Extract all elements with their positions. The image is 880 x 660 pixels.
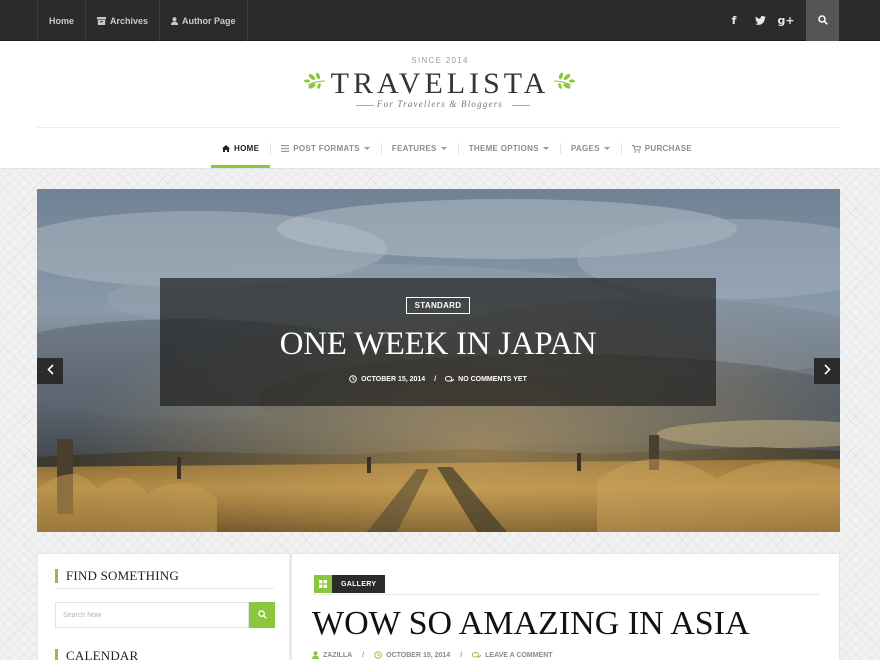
user-icon: [312, 651, 319, 659]
slide-meta: OCTOBER 15, 2014 / NO COMMENTS YET: [160, 375, 716, 383]
search-icon: [257, 606, 267, 624]
nav-pages-label: PAGES: [570, 144, 600, 153]
comments-icon: [472, 651, 482, 659]
nav-features[interactable]: FEATURES: [380, 129, 458, 168]
post-format-badge[interactable]: STANDARD: [406, 297, 470, 314]
social-links: f g+: [728, 0, 795, 41]
leaf-right-icon: [553, 71, 575, 96]
meta-separator: /: [434, 375, 437, 383]
slide-title[interactable]: ONE WEEK IN JAPAN: [160, 326, 716, 363]
post-category-badge[interactable]: GALLERY: [332, 575, 386, 593]
meta-separator: /: [460, 651, 463, 659]
top-nav-archives-label: Archives: [110, 15, 149, 26]
post-meta: ZAZILLA / OCTOBER 15, 2014 / LEAVE A COM…: [312, 651, 553, 659]
header-divider: [37, 127, 840, 128]
top-nav-author-label: Author Page: [182, 15, 236, 26]
slide-comments[interactable]: NO COMMENTS YET: [458, 376, 527, 383]
post-card: GALLERY WOW SO AMAZING IN ASIA ZAZILLA /…: [291, 553, 840, 660]
find-something-title: FIND SOMETHING: [55, 569, 179, 583]
chevron-right-icon: [823, 362, 831, 380]
google-plus-icon[interactable]: g+: [777, 0, 794, 41]
sidebar-search-input[interactable]: [55, 602, 249, 628]
top-nav-archives[interactable]: Archives: [86, 0, 161, 41]
site-logo[interactable]: TRAVELISTA: [0, 67, 880, 101]
cart-icon: [631, 144, 641, 153]
widget-divider: [55, 588, 274, 589]
top-nav-home-label: Home: [49, 15, 75, 26]
chevron-down-icon: [363, 147, 370, 150]
user-icon: [171, 16, 179, 25]
list-icon: [281, 145, 290, 152]
slide-date[interactable]: OCTOBER 15, 2014: [361, 376, 425, 383]
clock-icon: [374, 651, 382, 659]
sidebar-search-button[interactable]: [249, 602, 275, 628]
slider-prev-button[interactable]: [37, 358, 63, 384]
twitter-icon[interactable]: [754, 0, 766, 41]
site-tagline: For Travellers & Bloggers: [376, 99, 504, 109]
main-navigation: HOME POST FORMATS FEATURES THEME OPTIONS…: [211, 129, 703, 168]
top-nav-home[interactable]: Home: [38, 0, 87, 41]
since-label: SINCE 2014: [411, 56, 469, 65]
sidebar: FIND SOMETHING CALENDAR: [37, 553, 290, 660]
comments-icon: [445, 375, 455, 383]
archive-icon: [97, 16, 107, 25]
chevron-left-icon: [46, 362, 54, 380]
chevron-down-icon: [542, 147, 549, 150]
post-title[interactable]: WOW SO AMAZING IN ASIA: [312, 605, 750, 643]
grid-icon[interactable]: [314, 575, 332, 593]
nav-theme-options[interactable]: THEME OPTIONS: [457, 129, 560, 168]
nav-home[interactable]: HOME: [211, 129, 271, 168]
top-nav-author-page[interactable]: Author Page: [160, 0, 248, 41]
top-bar: Home Archives Author Page f g+: [0, 0, 880, 41]
post-author[interactable]: ZAZILLA: [323, 652, 352, 659]
post-divider: [312, 594, 820, 595]
post-comments-link[interactable]: LEAVE A COMMENT: [485, 652, 552, 659]
home-icon: [222, 145, 230, 152]
meta-separator: /: [362, 651, 365, 659]
calendar-title: CALENDAR: [55, 649, 138, 660]
facebook-icon[interactable]: f: [728, 0, 740, 41]
nav-theme-options-label: THEME OPTIONS: [468, 144, 539, 153]
slider-next-button[interactable]: [814, 358, 840, 384]
tagline-rule-right: [512, 105, 530, 106]
nav-purchase-label: PURCHASE: [644, 144, 693, 153]
post-date[interactable]: OCTOBER 15, 2014: [386, 652, 450, 659]
chevron-down-icon: [440, 147, 447, 150]
nav-home-label: HOME: [234, 144, 260, 153]
chevron-down-icon: [603, 147, 610, 150]
search-icon: [817, 12, 828, 30]
top-search-button[interactable]: [806, 0, 839, 41]
site-header: SINCE 2014 TRAVELISTA For Travellers & B…: [0, 41, 880, 169]
nav-post-formats-label: POST FORMATS: [293, 144, 360, 153]
clock-icon: [349, 375, 357, 383]
slide-caption-box: STANDARD ONE WEEK IN JAPAN OCTOBER 15, 2…: [160, 278, 716, 406]
nav-pages[interactable]: PAGES: [559, 129, 621, 168]
nav-purchase[interactable]: PURCHASE: [620, 129, 703, 168]
nav-features-label: FEATURES: [391, 144, 437, 153]
featured-slider[interactable]: STANDARD ONE WEEK IN JAPAN OCTOBER 15, 2…: [37, 189, 840, 532]
nav-post-formats[interactable]: POST FORMATS: [270, 129, 381, 168]
top-navigation: Home Archives Author Page: [37, 0, 248, 41]
